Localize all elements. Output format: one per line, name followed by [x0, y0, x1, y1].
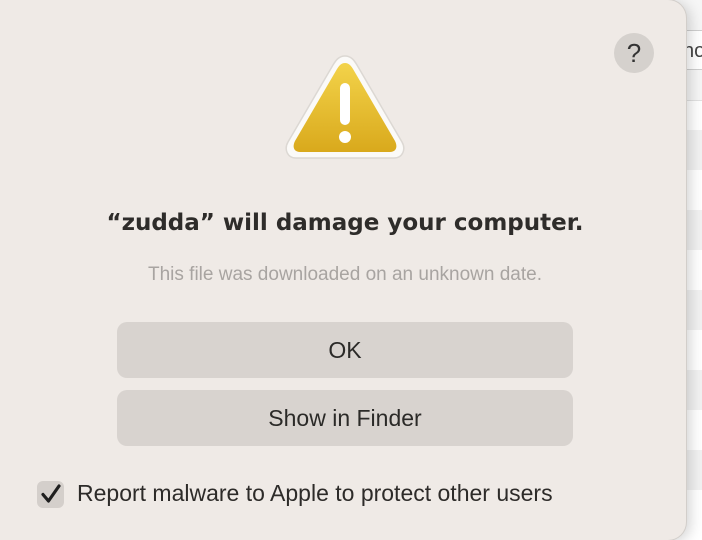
help-button[interactable]: ? [614, 33, 654, 73]
alert-subtitle: This file was downloaded on an unknown d… [148, 264, 542, 285]
report-malware-label[interactable]: Report malware to Apple to protect other… [77, 480, 553, 507]
alert-title: “zudda” will damage your computer. [106, 210, 584, 236]
ok-button[interactable]: OK [117, 322, 573, 378]
checkmark-icon [41, 484, 61, 503]
show-in-finder-button[interactable]: Show in Finder [117, 390, 573, 446]
report-malware-checkbox[interactable] [37, 481, 64, 508]
warning-triangle-icon [285, 55, 405, 159]
malware-alert-dialog: ? “zudda” will damage your computer. Thi… [0, 0, 686, 540]
